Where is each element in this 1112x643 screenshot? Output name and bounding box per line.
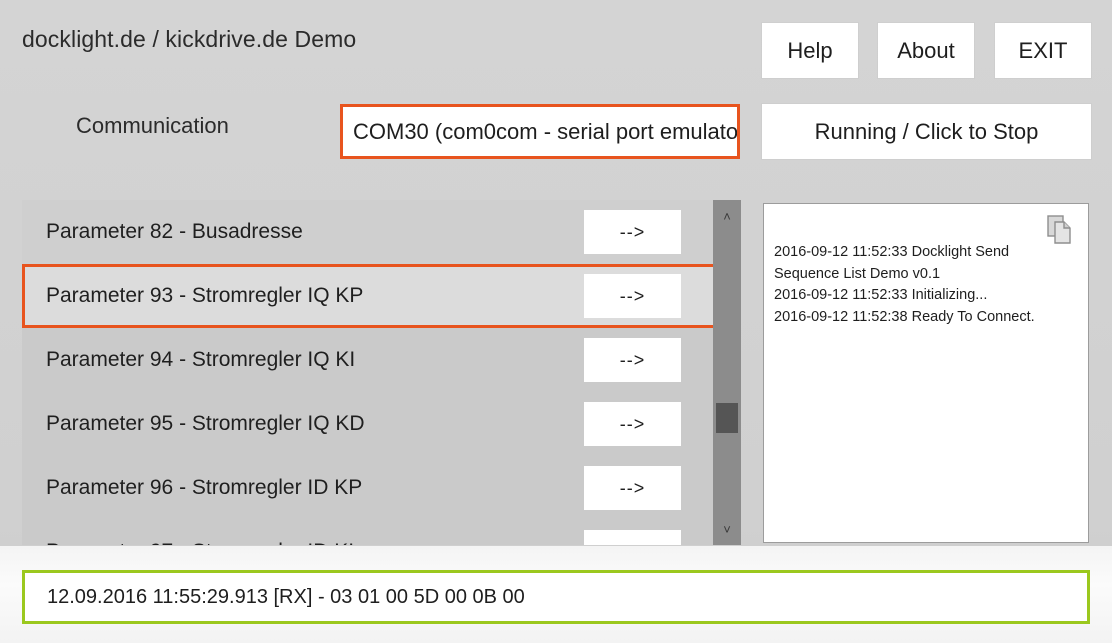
- help-button[interactable]: Help: [762, 23, 858, 78]
- scroll-down-arrow-icon[interactable]: ˅: [713, 516, 741, 542]
- scrollbar-thumb[interactable]: [716, 403, 738, 433]
- app-window: docklight.de / kickdrive.de Demo Help Ab…: [0, 0, 1112, 643]
- status-bar[interactable]: 12.09.2016 11:55:29.913 [RX] - 03 01 00 …: [22, 570, 1090, 624]
- parameter-row-label: Parameter 93 - Stromregler IQ KP: [46, 284, 364, 307]
- parameter-row-label: Parameter 95 - Stromregler IQ KD: [46, 412, 365, 435]
- about-button[interactable]: About: [878, 23, 974, 78]
- exit-button[interactable]: EXIT: [995, 23, 1091, 78]
- parameter-row-label: Parameter 96 - Stromregler ID KP: [46, 476, 363, 499]
- parameter-list-panel: Parameter 82 - Busadresse --> Parameter 93…: [22, 200, 741, 545]
- status-bar-text: 12.09.2016 11:55:29.913 [RX] - 03 01 00 …: [47, 585, 525, 608]
- com-port-value: COM30 (com0com - serial port emulator): [353, 118, 737, 144]
- parameter-row[interactable]: Parameter 94 - Stromregler IQ KI -->: [22, 328, 713, 392]
- parameter-row[interactable]: Parameter 93 - Stromregler IQ KP -->: [22, 264, 713, 328]
- log-panel: 2016-09-12 11:52:33 Docklight Send Seque…: [763, 203, 1089, 543]
- send-parameter-button[interactable]: -->: [584, 338, 681, 382]
- log-text: 2016-09-12 11:52:33 Docklight Send Seque…: [774, 244, 1035, 325]
- parameter-row-label: Parameter 82 - Busadresse: [46, 220, 303, 243]
- send-parameter-button[interactable]: -->: [584, 466, 681, 510]
- connection-status-button[interactable]: Running / Click to Stop: [762, 104, 1091, 159]
- parameter-row[interactable]: Parameter 95 - Stromregler IQ KD -->: [22, 392, 713, 456]
- parameter-row[interactable]: Parameter 82 - Busadresse -->: [22, 200, 713, 264]
- page-title: docklight.de / kickdrive.de Demo: [22, 26, 357, 52]
- parameter-row-label: Parameter 94 - Stromregler IQ KI: [46, 348, 356, 371]
- send-parameter-button[interactable]: -->: [584, 530, 681, 545]
- parameter-row[interactable]: Parameter 96 - Stromregler ID KP -->: [22, 456, 713, 520]
- parameter-row-label: Parameter 97 - Stromregler ID KI: [22, 540, 584, 545]
- scroll-up-arrow-icon[interactable]: ˄: [713, 203, 741, 229]
- copy-icon[interactable]: [1047, 215, 1075, 245]
- send-parameter-button[interactable]: -->: [584, 402, 681, 446]
- parameter-row[interactable]: Parameter 97 - Stromregler ID KI-->: [22, 520, 713, 545]
- parameter-list: Parameter 82 - Busadresse --> Parameter 93…: [22, 200, 713, 545]
- send-parameter-button[interactable]: -->: [584, 274, 681, 318]
- communication-label: Communication: [76, 113, 229, 138]
- parameter-list-scrollbar[interactable]: ˄ ˅: [713, 200, 741, 545]
- send-parameter-button[interactable]: -->: [584, 210, 681, 254]
- com-port-field[interactable]: COM30 (com0com - serial port emulator): [340, 104, 740, 159]
